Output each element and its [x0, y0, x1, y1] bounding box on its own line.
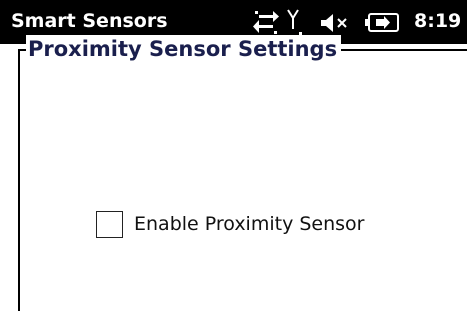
enable-proximity-row[interactable]: Enable Proximity Sensor [96, 208, 365, 240]
settings-group-box [18, 49, 467, 311]
enable-proximity-checkbox[interactable] [96, 210, 123, 238]
enable-proximity-label[interactable]: Enable Proximity Sensor [134, 211, 365, 237]
speaker-muted-icon[interactable] [321, 12, 351, 34]
group-title: Proximity Sensor Settings [26, 35, 342, 63]
clock: 8:19 [414, 10, 462, 32]
battery-charging-icon[interactable] [365, 13, 401, 33]
signal-antenna-icon[interactable] [287, 9, 305, 37]
connectivity-arrows-icon[interactable] [253, 11, 279, 35]
